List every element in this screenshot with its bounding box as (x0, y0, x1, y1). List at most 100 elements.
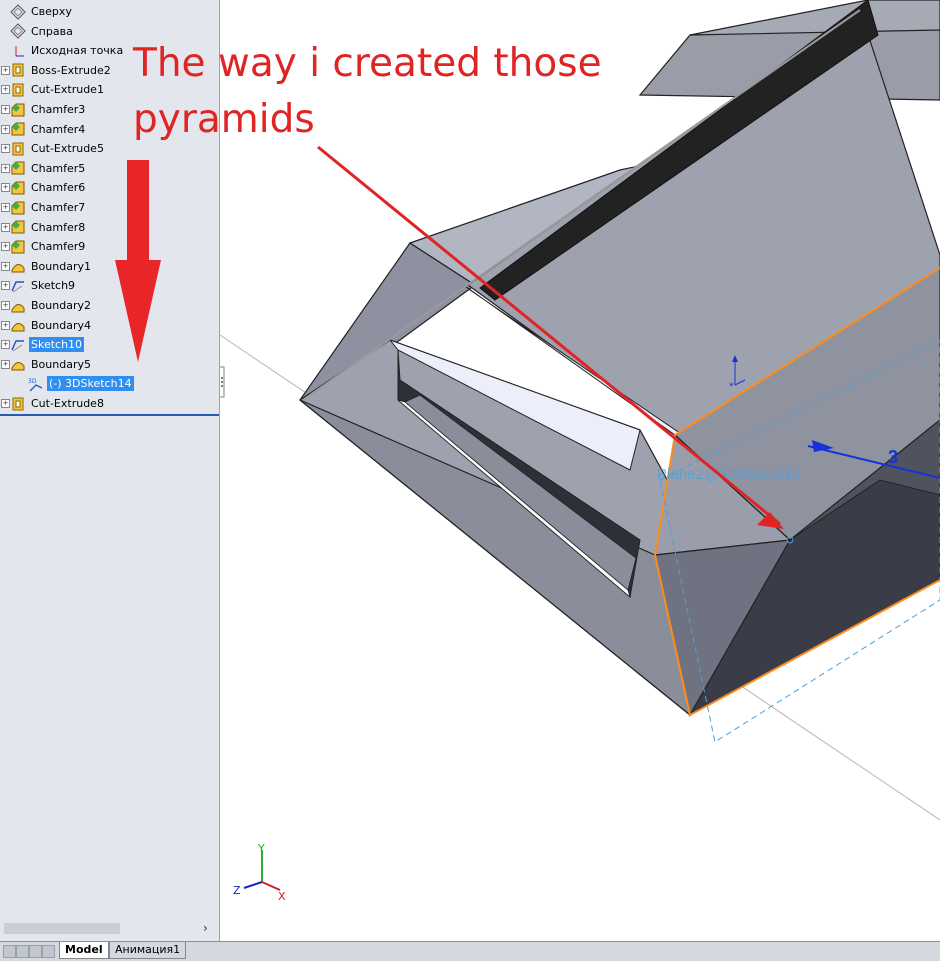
scrollbar-thumb[interactable] (4, 923, 120, 934)
expand-icon[interactable]: + (1, 222, 10, 232)
extrude-icon (10, 82, 26, 98)
triad-z-label: Z (233, 884, 241, 897)
feature-tree-item-label: Chamfer9 (31, 240, 86, 254)
feature-tree-item-label: (-) 3DSketch14 (47, 376, 134, 392)
chamfer-icon (10, 200, 26, 216)
plane-icon (10, 3, 26, 20)
feature-tree-item[interactable]: + Chamfer6 (1, 178, 87, 197)
feature-tree-item-label: Исходная точка (31, 44, 124, 58)
chamfer-icon (10, 180, 26, 196)
rollback-bar[interactable] (0, 414, 219, 416)
feature-tree-item[interactable]: + Boundary5 (1, 355, 93, 374)
feature-tree-item[interactable]: + Cut-Extrude5 (1, 139, 106, 158)
feature-tree-item-label: Cut-Extrude8 (31, 397, 104, 410)
feature-tree-item[interactable]: + Chamfer8 (1, 218, 87, 237)
chamfer-icon (10, 102, 26, 118)
upper-body-top (689, 0, 940, 36)
axis-triad: Y X Z (233, 842, 286, 903)
annotation-down-arrow (115, 160, 161, 362)
feature-tree-item[interactable]: + Cut-Extrude8 (1, 394, 106, 413)
triad-y-label: Y (257, 842, 265, 855)
expand-icon[interactable]: + (1, 124, 10, 134)
feature-tree-item[interactable]: + Cut-Extrude1 (1, 80, 106, 99)
expand-icon[interactable]: + (1, 144, 10, 154)
feature-tree-item[interactable]: + Chamfer9 (1, 237, 87, 256)
expand-icon[interactable]: + (1, 281, 10, 291)
feature-tree-item[interactable]: + Chamfer3 (1, 100, 87, 119)
feature-tree-item-label: Boundary1 (31, 259, 91, 273)
extrude-icon (10, 141, 26, 157)
last-tab-icon[interactable] (42, 945, 55, 958)
extrude-icon (10, 62, 26, 78)
expand-icon[interactable]: + (1, 359, 10, 369)
origin-icon (10, 43, 26, 59)
plane-icon (10, 23, 26, 39)
feature-tree-item-label: Chamfer7 (31, 201, 86, 214)
feature-tree-item[interactable]: Справа (10, 22, 75, 41)
feature-tree-item-label: Boundary2 (31, 299, 91, 312)
boundary-icon (10, 258, 26, 274)
expand-icon[interactable]: + (1, 85, 10, 95)
next-tab-icon[interactable] (29, 945, 42, 958)
boundary-icon (10, 356, 26, 372)
feature-tree-item[interactable]: + Sketch9 (1, 276, 77, 295)
chamfer-icon (10, 239, 26, 255)
expand-icon[interactable]: + (1, 183, 10, 193)
feature-tree-item-label: Boss-Extrude2 (31, 63, 111, 77)
expand-icon[interactable]: + (1, 163, 10, 173)
expand-icon[interactable]: + (1, 105, 10, 114)
expand-icon[interactable]: + (1, 301, 10, 310)
feature-tree-item[interactable]: + Boundary1 (1, 257, 93, 276)
expand-icon[interactable]: + (1, 399, 10, 408)
feature-tree-item[interactable]: + Chamfer4 (1, 120, 87, 139)
prev-tab-icon[interactable] (16, 945, 29, 958)
feature-tree-item-label: Boundary5 (31, 357, 91, 371)
feature-tree-item[interactable]: + Chamfer7 (1, 198, 87, 217)
svg-text:*: * (729, 382, 734, 392)
dimension-value[interactable]: 3 (888, 447, 898, 467)
feature-tree-item[interactable]: + Boundary2 (1, 296, 93, 315)
feature-tree-item[interactable]: + Chamfer5 (1, 159, 87, 178)
feature-tree-item-label: Chamfer3 (31, 103, 86, 116)
feature-tree-item-label: Chamfer6 (31, 181, 86, 195)
extrude-icon (10, 396, 26, 412)
feature-tree-item[interactable]: + Boss-Extrude2 (1, 61, 113, 80)
annotation-text: The way i created those pyramids (133, 41, 602, 142)
expand-icon[interactable]: + (1, 320, 10, 330)
expand-icon[interactable]: + (1, 340, 10, 350)
chamfer-icon (10, 219, 26, 235)
feature-tree-item[interactable]: Сверху (10, 2, 74, 21)
sketch-icon (10, 337, 26, 353)
sketch-icon (10, 278, 26, 294)
feature-tree-item[interactable]: + Sketch10 (1, 335, 85, 354)
feature-tree-item[interactable]: Исходная точка (10, 41, 125, 60)
tree-horizontal-scrollbar[interactable]: › (0, 920, 219, 937)
feature-tree-item-label: Sketch9 (31, 279, 76, 293)
expand-icon[interactable]: + (1, 261, 10, 271)
scroll-right-arrow-icon[interactable]: › (203, 921, 208, 935)
feature-tree-item-label: Sketch10 (29, 337, 85, 353)
expand-icon[interactable]: + (1, 65, 10, 75)
feature-tree-item-label: Сверху (31, 5, 72, 18)
tab-animation[interactable]: Анимация1 (109, 942, 187, 959)
boundary-icon (10, 317, 26, 333)
3d-sketch-icon: 3D (28, 376, 44, 392)
feature-tree-item-label: Chamfer5 (31, 161, 86, 175)
feature-tree-item-label: Cut-Extrude5 (31, 142, 104, 156)
chamfer-icon (10, 121, 26, 137)
chamfer-icon (10, 160, 26, 176)
feature-tree-item-label: Chamfer8 (31, 220, 86, 234)
feature-tree-item-label: Справа (31, 24, 73, 38)
boundary-icon (10, 298, 26, 314)
expand-icon[interactable]: + (1, 203, 10, 212)
feature-tree-item[interactable]: 3D (-) 3DSketch14 (28, 374, 134, 393)
tab-model[interactable]: Model (59, 942, 109, 959)
feature-tree-item-label: Boundary4 (31, 318, 91, 332)
first-tab-icon[interactable] (3, 945, 16, 958)
triad-x-label: X (278, 890, 286, 903)
feature-tree-item-label: Chamfer4 (31, 122, 86, 136)
expand-icon[interactable]: + (1, 242, 10, 252)
bottom-tab-bar: Model Анимация1 (0, 941, 940, 961)
feature-tree-item-label: Cut-Extrude1 (31, 83, 104, 97)
feature-tree-item[interactable]: + Boundary4 (1, 316, 93, 335)
